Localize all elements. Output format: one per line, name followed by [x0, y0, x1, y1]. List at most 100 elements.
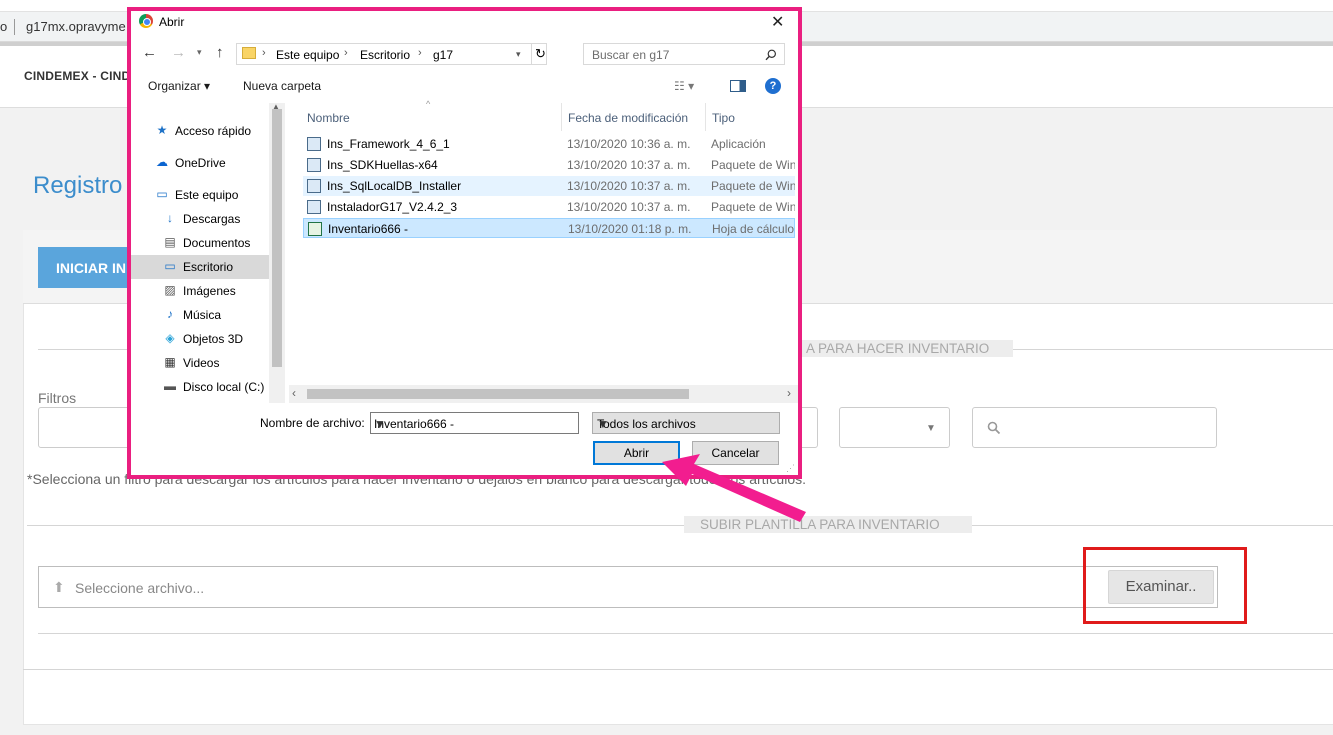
nav-item-label: Descargas — [183, 212, 241, 226]
file-date: 13/10/2020 10:37 a. m. — [567, 158, 691, 172]
column-header-modified[interactable]: Fecha de modificación — [568, 111, 688, 125]
breadcrumb-separator-icon[interactable]: › — [344, 47, 348, 59]
open-button[interactable]: Abrir — [593, 441, 680, 465]
folder-icon — [242, 47, 256, 59]
nav-item-musica[interactable]: ♪ Música — [131, 303, 269, 327]
dialog-titlebar[interactable]: Abrir ✕ — [131, 11, 798, 33]
file-type: Hoja de cálculo — [712, 222, 795, 236]
file-row[interactable]: Ins_SDKHuellas-x64 13/10/2020 10:37 a. m… — [303, 155, 795, 175]
new-folder-button[interactable]: Nueva carpeta — [243, 79, 321, 93]
upload-legend-text: SUBIR PLANTILLA PARA INVENTARIO — [700, 517, 940, 532]
download-section-legend: A PARA HACER INVENTARIO — [798, 340, 1013, 357]
cube-icon: ◈ — [165, 331, 175, 345]
installer-icon — [307, 137, 321, 151]
breadcrumb-g17[interactable]: g17 — [433, 48, 453, 62]
nav-item-descargas[interactable]: ↓ Descargas — [131, 207, 269, 231]
file-row[interactable]: InstaladorG17_V2.4.2_3 13/10/2020 10:37 … — [303, 197, 795, 217]
help-icon[interactable]: ? — [765, 78, 781, 94]
navigation-row: ← → ▾ ↑ › Este equipo › Escritorio › g17… — [131, 41, 798, 67]
scroll-left-icon[interactable]: ‹ — [292, 386, 296, 400]
column-divider[interactable] — [705, 103, 706, 131]
nav-item-este-equipo[interactable]: ▭ Este equipo — [131, 183, 269, 207]
up-arrow-icon[interactable]: ↑ — [216, 44, 224, 61]
column-header-type[interactable]: Tipo — [712, 111, 735, 125]
scrollbar-thumb[interactable] — [307, 389, 689, 399]
nav-item-videos[interactable]: ▦ Videos — [131, 351, 269, 375]
filetype-select[interactable]: Todos los archivos ▼ — [592, 412, 780, 434]
column-header-name[interactable]: Nombre — [307, 111, 350, 125]
file-date: 13/10/2020 10:36 a. m. — [567, 137, 691, 151]
filter-search-input[interactable] — [972, 407, 1217, 448]
address-fragment: o — [0, 19, 8, 34]
navigation-pane: ★ Acceso rápido ☁ OneDrive ▭ Este equipo… — [131, 102, 285, 403]
back-arrow-icon[interactable]: ← — [142, 44, 157, 61]
filter-select-1[interactable] — [38, 407, 134, 448]
file-row[interactable]: Ins_Framework_4_6_1 13/10/2020 10:36 a. … — [303, 134, 795, 154]
dialog-search-input[interactable]: Buscar en g17 — [583, 43, 785, 65]
file-type: Paquete de Windows — [711, 179, 795, 193]
file-date: 13/10/2020 01:18 p. m. — [568, 222, 692, 236]
file-type: Paquete de Windows — [711, 200, 795, 214]
search-icon — [765, 49, 777, 61]
nav-item-documentos[interactable]: ▤ Documentos — [131, 231, 269, 255]
filters-label: Filtros — [38, 390, 77, 406]
file-list-hscrollbar[interactable]: ‹ › — [289, 385, 798, 403]
file-name: Ins_SqlLocalDB_Installer — [327, 179, 462, 193]
chevron-down-icon[interactable]: ▾ — [516, 49, 521, 60]
refresh-icon[interactable]: ↻ — [535, 46, 546, 62]
chrome-icon — [139, 14, 153, 28]
nav-item-imagenes[interactable]: ▨ Imágenes — [131, 279, 269, 303]
view-options-icon[interactable]: ☷ ▾ — [674, 79, 694, 93]
scroll-right-icon[interactable]: › — [787, 386, 791, 400]
upload-placeholder: Seleccione archivo... — [75, 580, 205, 596]
filter-select-3[interactable]: ▼ — [839, 407, 950, 448]
organize-menu[interactable]: Organizar ▾ — [148, 79, 210, 93]
breadcrumb-este-equipo[interactable]: Este equipo — [276, 48, 339, 62]
desktop-icon: ▭ — [164, 259, 176, 273]
filename-input[interactable]: Inventario666 - ▼ — [370, 412, 579, 434]
panel-footer-divider — [23, 669, 1333, 670]
installer-icon — [307, 158, 321, 172]
chevron-down-icon: ▼ — [926, 423, 936, 434]
nav-item-disco-local[interactable]: ▬ Disco local (C:) — [131, 375, 269, 399]
nav-item-label: Este equipo — [175, 188, 239, 202]
file-row-selected[interactable]: Inventario666 - 13/10/2020 01:18 p. m. H… — [303, 218, 795, 238]
cancel-button[interactable]: Cancelar — [692, 441, 779, 465]
nav-item-escritorio[interactable]: ▭ Escritorio — [131, 255, 269, 279]
column-divider[interactable] — [561, 103, 562, 131]
nav-item-onedrive[interactable]: ☁ OneDrive — [131, 151, 269, 175]
file-date: 13/10/2020 10:37 a. m. — [567, 200, 691, 214]
file-type: Paquete de Windows — [711, 158, 795, 172]
scrollbar-thumb[interactable] — [272, 109, 282, 367]
breadcrumb-escritorio[interactable]: Escritorio — [360, 48, 410, 62]
brand-name[interactable]: CINDEMEX - CIND — [24, 69, 130, 83]
breadcrumb-separator-icon[interactable]: › — [262, 47, 266, 59]
resize-grip-icon[interactable]: ⋰ — [786, 463, 795, 474]
nav-item-label: Acceso rápido — [175, 124, 252, 138]
star-icon: ★ — [156, 123, 168, 137]
download-icon: ↓ — [167, 211, 173, 225]
file-row[interactable]: Ins_SqlLocalDB_Installer 13/10/2020 10:3… — [303, 176, 795, 196]
nav-item-acceso-rapido[interactable]: ★ Acceso rápido — [131, 119, 269, 143]
url-text[interactable]: g17mx.opravyme — [26, 19, 126, 34]
file-type: Aplicación — [711, 137, 766, 151]
breadcrumb-separator-icon[interactable]: › — [418, 47, 422, 59]
file-name: Ins_SDKHuellas-x64 — [327, 158, 438, 172]
chevron-down-icon: ▼ — [597, 417, 609, 431]
close-icon[interactable]: ✕ — [771, 12, 784, 32]
document-icon: ▤ — [164, 235, 176, 249]
nav-item-objetos-3d[interactable]: ◈ Objetos 3D — [131, 327, 269, 351]
file-date: 13/10/2020 10:37 a. m. — [567, 179, 691, 193]
music-icon: ♪ — [167, 307, 173, 321]
preview-pane-icon[interactable] — [730, 80, 746, 92]
nav-scrollbar[interactable]: ▲ — [269, 102, 285, 403]
breadcrumb[interactable]: › Este equipo › Escritorio › g17 ▾ ↻ — [236, 43, 547, 65]
upload-icon: ⬆ — [53, 579, 65, 595]
file-upload-field[interactable]: ⬆ Seleccione archivo... — [38, 566, 1218, 608]
recent-locations-chevron-icon[interactable]: ▾ — [197, 47, 202, 58]
chevron-down-icon[interactable]: ▼ — [374, 417, 574, 431]
search-placeholder: Buscar en g17 — [592, 48, 670, 62]
image-icon: ▨ — [164, 283, 176, 297]
installer-icon — [307, 179, 321, 193]
forward-arrow-icon[interactable]: → — [171, 44, 186, 61]
